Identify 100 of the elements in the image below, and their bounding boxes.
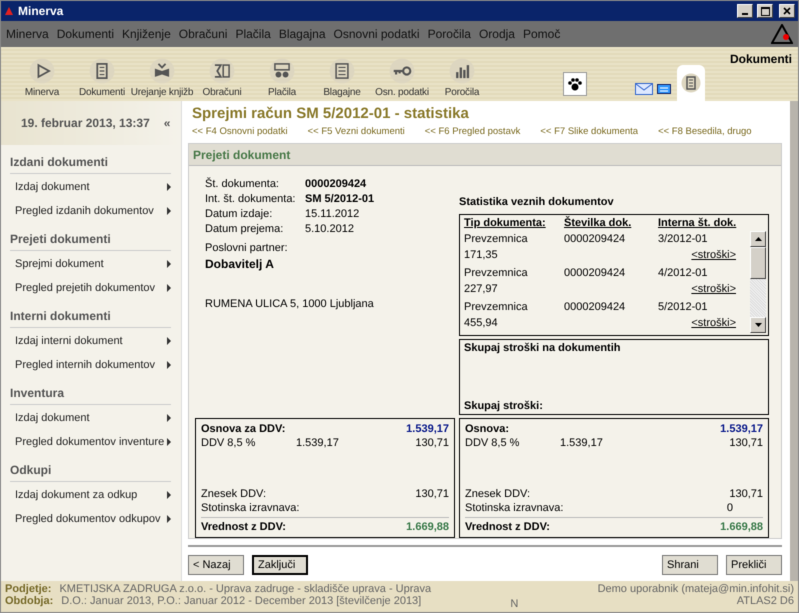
menu-item[interactable]: Blagajna bbox=[278, 27, 326, 41]
column-header: Interna št. dok. bbox=[658, 217, 738, 229]
paw-button[interactable] bbox=[563, 72, 587, 96]
vat-value: 130,71 bbox=[728, 487, 763, 501]
menu-item[interactable]: Obračuni bbox=[178, 27, 228, 41]
close-button[interactable] bbox=[779, 4, 795, 18]
dialog-button[interactable]: Shrani bbox=[662, 555, 718, 575]
shortcut-link[interactable]: << F4 Osnovni podatki bbox=[192, 126, 288, 137]
menu-item[interactable]: Poročila bbox=[428, 27, 471, 41]
keyboard-icon[interactable] bbox=[657, 83, 671, 95]
collapse-button[interactable]: « bbox=[164, 116, 170, 130]
partner-name: Dobavitelj A bbox=[205, 257, 275, 271]
rate-value: 130,71 bbox=[414, 436, 449, 450]
toolbar-button[interactable]: Blagajne bbox=[313, 58, 371, 101]
field-value: 15.11.2012 bbox=[305, 208, 360, 220]
column-header: Številka dok. bbox=[564, 217, 632, 229]
menu-item[interactable]: Minerva bbox=[6, 27, 49, 41]
field-value: 5.10.2012 bbox=[305, 223, 354, 235]
sidebar-item[interactable]: Pregled izdanih dokumentov bbox=[1, 200, 181, 222]
arrow-icon bbox=[167, 414, 171, 422]
dialog-button[interactable]: Prekliči bbox=[726, 555, 782, 575]
period-label: Obdobja: bbox=[5, 595, 54, 607]
vat-value: 130,71 bbox=[414, 487, 449, 501]
menu-item[interactable]: Osnovni podatki bbox=[334, 27, 420, 41]
scrollbar[interactable] bbox=[750, 231, 766, 333]
costs-total-label: Skupaj stroški: bbox=[464, 400, 544, 412]
arrow-icon bbox=[167, 515, 171, 523]
toolbar-button[interactable]: Plačila bbox=[253, 58, 311, 101]
key-icon bbox=[389, 58, 415, 84]
dialog-button[interactable]: Zaključi bbox=[252, 555, 308, 575]
rounding-value: 0 bbox=[726, 501, 734, 515]
arrow-icon bbox=[167, 207, 171, 215]
sidebar-item[interactable]: Izdaj interni dokument bbox=[1, 330, 181, 352]
rounding-label: Stotinska izravnava: bbox=[465, 501, 560, 515]
documents-tab[interactable] bbox=[677, 65, 705, 101]
dialog-button[interactable]: < Nazaj bbox=[188, 555, 244, 575]
arrow-icon bbox=[167, 260, 171, 268]
envelope-icon[interactable] bbox=[635, 81, 653, 95]
rounding-label: Stotinska izravnava: bbox=[201, 501, 296, 515]
toolbar-button[interactable]: Minerva bbox=[13, 58, 71, 101]
table-cell-text: 0000209424 bbox=[564, 232, 626, 247]
page-title: Sprejmi račun SM 5/2012-01 - statistika bbox=[192, 105, 470, 122]
toolbar-button[interactable]: Poročila bbox=[433, 58, 491, 101]
vat-label: Znesek DDV: bbox=[201, 487, 268, 501]
sidebar-item[interactable]: Pregled dokumentov inventure bbox=[1, 431, 181, 453]
table-cell-text: Prevzemnica bbox=[464, 266, 529, 281]
costs-link[interactable]: <stroški> bbox=[658, 315, 746, 331]
toolbar-button[interactable]: Urejanje knjižb bbox=[133, 58, 191, 101]
rate-value: 130,71 bbox=[728, 436, 763, 450]
rate-base: 1.539,17 bbox=[296, 436, 340, 450]
sidebar-heading: Prejeti dokumenti bbox=[10, 232, 171, 251]
shortcut-link[interactable]: << F7 Slike dokumenta bbox=[540, 126, 638, 137]
toolbar-button[interactable]: Obračuni bbox=[193, 58, 251, 101]
total-value: 1.669,88 bbox=[405, 520, 449, 534]
version-text: ATLAS2 D6 bbox=[736, 595, 794, 607]
costs-link[interactable]: <stroški> bbox=[658, 247, 746, 263]
toolbar-button[interactable]: Dokumenti bbox=[73, 58, 131, 101]
field-label: Int. št. dokumenta: bbox=[205, 193, 296, 205]
menu-item[interactable]: Knjiženje bbox=[122, 27, 171, 41]
document-icon bbox=[89, 58, 115, 84]
total-value: 1.669,88 bbox=[719, 520, 763, 534]
vat-label: Znesek DDV: bbox=[465, 487, 532, 501]
costs-link[interactable]: <stroški> bbox=[658, 281, 746, 297]
maximize-button[interactable] bbox=[757, 4, 773, 18]
partner-address: RUMENA ULICA 5, 1000 Ljubljana bbox=[205, 298, 375, 310]
shortcut-link[interactable]: << F5 Vezni dokumenti bbox=[308, 126, 405, 137]
shortcut-link[interactable]: << F6 Pregled postavk bbox=[424, 126, 520, 137]
sidebar-heading: Interni dokumenti bbox=[10, 309, 171, 328]
logo-icon bbox=[771, 24, 793, 44]
table-cell-text: Prevzemnica bbox=[464, 300, 529, 315]
column-header: Tip dokumenta: bbox=[464, 217, 547, 229]
menu-item[interactable]: Plačila bbox=[235, 27, 271, 41]
shortcut-link[interactable]: << F8 Besedila, drugo bbox=[658, 126, 752, 137]
up-arrow-icon bbox=[754, 237, 762, 241]
rate-base: 1.539,17 bbox=[560, 436, 604, 450]
sidebar-item[interactable]: Izdaj dokument bbox=[1, 407, 181, 429]
sidebar-item[interactable]: Pregled dokumentov odkupov bbox=[1, 508, 181, 530]
sidebar-item[interactable]: Pregled internih dokumentov bbox=[1, 354, 181, 376]
date-time: 19. februar 2013, 13:37 bbox=[21, 116, 150, 130]
sidebar-heading: Inventura bbox=[10, 386, 171, 405]
sidebar-item[interactable]: Izdaj dokument bbox=[1, 176, 181, 198]
arrow-icon bbox=[167, 491, 171, 499]
section-label: Dokumenti bbox=[730, 52, 792, 66]
sidebar-item[interactable]: Sprejmi dokument bbox=[1, 253, 181, 275]
sidebar-item[interactable]: Izdaj dokument za odkup bbox=[1, 484, 181, 506]
table-cell-text: 455,94 bbox=[464, 316, 499, 331]
maximize-icon bbox=[760, 6, 770, 16]
table-cell-text: 4/2012-01 bbox=[658, 266, 709, 281]
play-icon bbox=[29, 58, 55, 84]
menu-item[interactable]: Dokumenti bbox=[56, 27, 114, 41]
toolbar-button[interactable]: Osn. podatki bbox=[373, 58, 431, 101]
arrow-icon bbox=[167, 361, 171, 369]
field-value: 0000209424 bbox=[305, 178, 366, 190]
sidebar-item[interactable]: Pregled prejetih dokumentov bbox=[1, 277, 181, 299]
arrow-icon bbox=[167, 284, 171, 292]
menu-item[interactable]: Pomoč bbox=[522, 27, 560, 41]
menu-item[interactable]: Orodja bbox=[478, 27, 515, 41]
field-label: Poslovni partner: bbox=[205, 242, 289, 254]
minimize-button[interactable] bbox=[737, 4, 753, 18]
table-cell-text: 5/2012-01 bbox=[658, 300, 709, 315]
